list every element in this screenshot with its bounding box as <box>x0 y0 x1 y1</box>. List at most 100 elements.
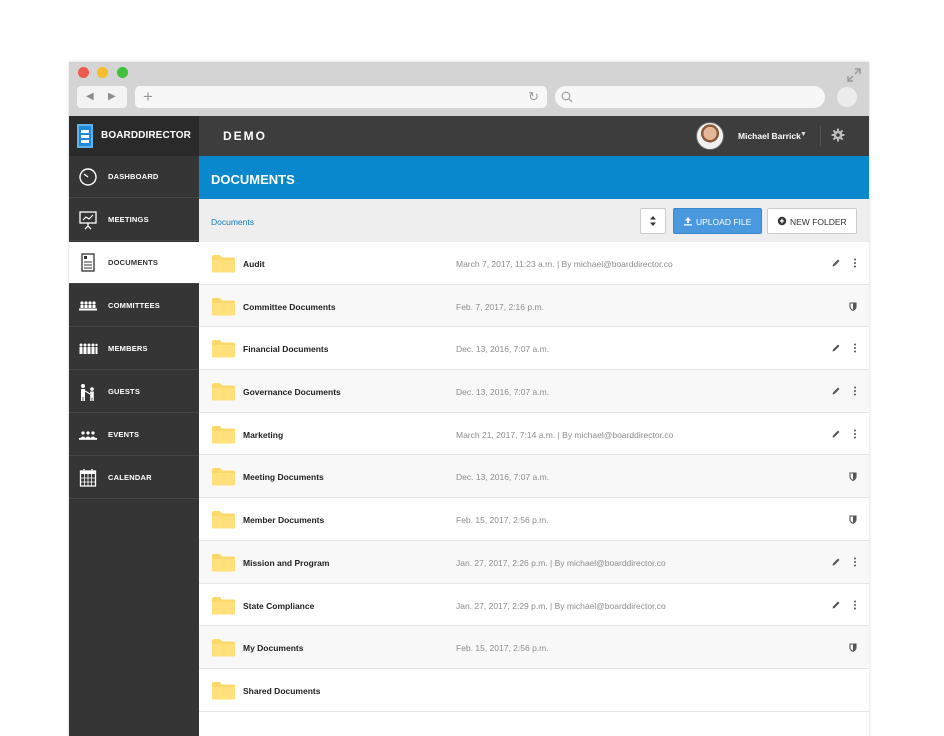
folder-row[interactable]: State Compliance Jan. 27, 2017, 2:29 p.m… <box>199 583 869 627</box>
sidebar-item-label: EVENTS <box>108 430 140 439</box>
browser-window: ◀ ▶ + ↻ BOARDDIRECTOR DEMO Michael Barri… <box>69 62 869 736</box>
folder-modified-info: Dec. 13, 2016, 7:07 a.m. <box>456 387 550 398</box>
documents-toolbar: Documents UPLOAD FILE NEW FOLDER <box>199 199 869 242</box>
folder-row[interactable]: My Documents Feb. 15, 2017, 2:56 p.m. <box>199 626 869 669</box>
minimize-window-button[interactable] <box>97 67 108 78</box>
sidebar-item-label: DASHBOARD <box>108 172 159 181</box>
maximize-window-button[interactable] <box>117 67 128 78</box>
sidebar-item-committees[interactable]: COMMITTEES <box>69 285 199 327</box>
members-group-icon <box>79 343 98 354</box>
sidebar-item-members[interactable]: MEMBERS <box>69 328 199 370</box>
folder-modified-info: March 7, 2017, 11:23 a.m. | By michael@b… <box>456 259 673 269</box>
sidebar-item-calendar[interactable]: CALENDAR <box>69 457 199 499</box>
folder-row[interactable]: Shared Documents <box>199 668 869 712</box>
folder-row[interactable]: Mission and Program Jan. 27, 2017, 2:26 … <box>199 540 869 584</box>
sidebar-item-label: MEMBERS <box>108 344 148 353</box>
pencil-edit-icon[interactable] <box>831 386 841 396</box>
folder-name[interactable]: Audit <box>243 259 265 269</box>
folder-modified-info: Jan. 27, 2017, 2:29 p.m. | By michael@bo… <box>456 600 666 611</box>
upload-file-button[interactable]: UPLOAD FILE <box>673 208 762 234</box>
user-avatar[interactable] <box>696 122 724 150</box>
app-topbar: BOARDDIRECTOR DEMO Michael Barrick ▼ <box>69 116 869 156</box>
folder-name[interactable]: Committee Documents <box>243 302 336 312</box>
folder-modified-info: Feb. 7, 2017, 2:16 p.m. <box>456 301 544 312</box>
folder-name[interactable]: Governance Documents <box>243 387 341 397</box>
page-header: DOCUMENTS <box>199 156 869 199</box>
more-options-icon[interactable] <box>853 557 857 567</box>
brand-logo-area[interactable]: BOARDDIRECTOR <box>69 116 199 156</box>
shield-icon <box>849 472 857 482</box>
folder-row[interactable]: Marketing March 21, 2017, 7:14 a.m. | By… <box>199 412 869 456</box>
folder-name[interactable]: Marketing <box>243 430 283 440</box>
gear-icon[interactable] <box>831 128 845 142</box>
forward-arrow-icon[interactable]: ▶ <box>108 91 116 103</box>
user-menu-name[interactable]: Michael Barrick <box>738 131 801 141</box>
reload-icon[interactable]: ↻ <box>528 90 539 104</box>
folder-name[interactable]: Meeting Documents <box>243 472 324 482</box>
close-window-button[interactable] <box>78 67 89 78</box>
folder-row[interactable]: Financial Documents Dec. 13, 2016, 7:07 … <box>199 327 869 371</box>
sidebar-item-dashboard[interactable]: DASHBOARD <box>69 156 199 198</box>
shield-icon <box>849 643 857 653</box>
folder-icon <box>212 511 235 529</box>
upload-file-label: UPLOAD FILE <box>696 217 752 227</box>
new-tab-plus-icon[interactable]: + <box>143 88 153 105</box>
folder-name[interactable]: Shared Documents <box>243 686 320 696</box>
sort-button[interactable] <box>640 208 666 234</box>
folder-modified-info: March 21, 2017, 7:14 a.m. | By michael@b… <box>456 429 674 440</box>
folder-icon <box>212 383 235 401</box>
fullscreen-icon[interactable] <box>847 68 861 82</box>
pencil-edit-icon[interactable] <box>831 557 841 567</box>
shield-icon <box>849 515 857 525</box>
sidebar-item-label: MEETINGS <box>108 215 149 224</box>
pencil-edit-icon[interactable] <box>831 258 841 268</box>
sidebar-item-documents[interactable]: DOCUMENTS <box>69 242 199 284</box>
events-people-icon <box>79 431 97 440</box>
chevron-down-icon[interactable]: ▼ <box>800 131 807 138</box>
pencil-edit-icon[interactable] <box>831 343 841 353</box>
folder-row[interactable]: Audit March 7, 2017, 11:23 a.m. | By mic… <box>199 242 869 285</box>
sidebar-item-label: DOCUMENTS <box>108 258 159 267</box>
search-icon <box>561 91 573 103</box>
breadcrumb[interactable]: Documents <box>211 217 254 227</box>
folder-row[interactable]: Member Documents Feb. 15, 2017, 2:56 p.m… <box>199 498 869 541</box>
new-folder-button[interactable]: NEW FOLDER <box>767 208 857 234</box>
browser-search-bar[interactable] <box>555 86 825 108</box>
sidebar: DASHBOARD MEETINGS DOCUMENTS COMMITTEES … <box>69 156 199 736</box>
folder-name[interactable]: Mission and Program <box>243 558 329 568</box>
more-options-icon[interactable] <box>853 258 857 268</box>
page-title: DOCUMENTS <box>211 172 295 187</box>
sidebar-item-meetings[interactable]: MEETINGS <box>69 199 199 241</box>
upload-icon <box>684 217 692 226</box>
folder-modified-info: Dec. 13, 2016, 7:07 a.m. <box>456 472 550 483</box>
more-options-icon[interactable] <box>853 386 857 396</box>
dashboard-gauge-icon <box>79 168 97 186</box>
more-options-icon[interactable] <box>853 600 857 610</box>
folder-icon <box>212 596 235 614</box>
presentation-board-icon <box>79 211 97 230</box>
pencil-edit-icon[interactable] <box>831 429 841 439</box>
folder-name[interactable]: Member Documents <box>243 515 324 525</box>
folder-icon <box>212 297 235 316</box>
folder-row[interactable]: Governance Documents Dec. 13, 2016, 7:07… <box>199 370 869 413</box>
folder-list: Audit March 7, 2017, 11:23 a.m. | By mic… <box>199 242 869 712</box>
folder-row[interactable]: Meeting Documents Dec. 13, 2016, 7:07 a.… <box>199 455 869 499</box>
folder-modified-info: Feb. 15, 2017, 2:56 p.m. <box>456 643 549 654</box>
back-arrow-icon[interactable]: ◀ <box>86 91 94 103</box>
folder-name[interactable]: Financial Documents <box>243 344 329 354</box>
more-options-icon[interactable] <box>853 429 857 439</box>
sidebar-item-label: COMMITTEES <box>108 301 160 310</box>
more-options-icon[interactable] <box>853 343 857 353</box>
address-bar[interactable]: + ↻ <box>135 86 547 108</box>
sidebar-item-label: CALENDAR <box>108 473 152 482</box>
sidebar-item-events[interactable]: EVENTS <box>69 414 199 456</box>
sidebar-item-guests[interactable]: GUESTS <box>69 371 199 413</box>
folder-name[interactable]: My Documents <box>243 643 303 653</box>
browser-menu-button[interactable] <box>837 87 857 107</box>
folder-icon <box>212 340 235 358</box>
folder-name[interactable]: State Compliance <box>243 601 314 611</box>
boarddirector-logo-icon <box>77 124 93 148</box>
pencil-edit-icon[interactable] <box>831 600 841 610</box>
folder-modified-info: Jan. 27, 2017, 2:26 p.m. | By michael@bo… <box>456 557 666 568</box>
folder-row[interactable]: Committee Documents Feb. 7, 2017, 2:16 p… <box>199 284 869 328</box>
